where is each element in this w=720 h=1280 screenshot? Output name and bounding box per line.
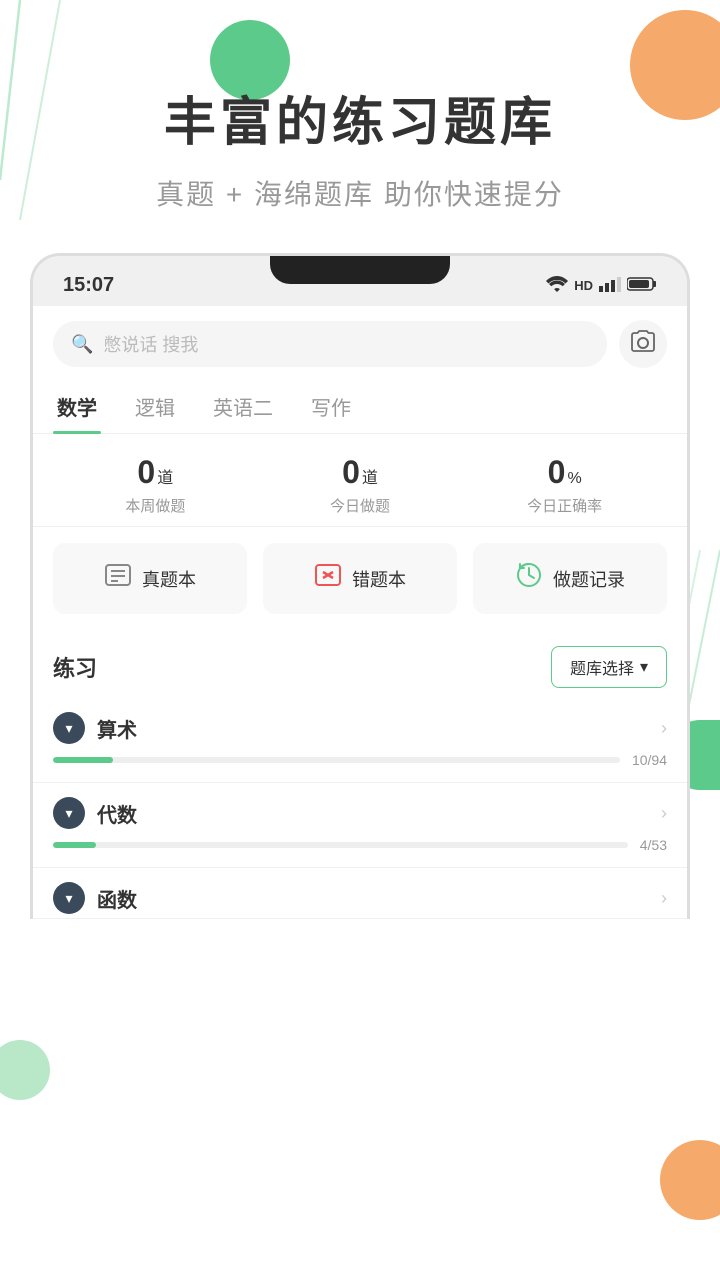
stat-accuracy: 0 % 今日正确率 bbox=[462, 454, 667, 516]
category-arithmetic-name: 算术 bbox=[97, 714, 137, 743]
history-button[interactable]: 做题记录 bbox=[473, 543, 667, 614]
category-arithmetic-arrow: › bbox=[661, 718, 667, 739]
action-row: 真题本 错题本 做题记录 bbox=[33, 527, 687, 630]
camera-button[interactable] bbox=[619, 320, 667, 368]
progress-bar-algebra-fill bbox=[53, 842, 96, 848]
chevron-down-icon-function: ▾ bbox=[65, 890, 72, 907]
camera-icon bbox=[630, 330, 656, 358]
search-input-container[interactable]: 🔍 憋说话 搜我 bbox=[53, 321, 607, 367]
status-icons: HD bbox=[546, 276, 657, 295]
stat-accuracy-unit: % bbox=[567, 470, 581, 488]
search-bar-row: 🔍 憋说话 搜我 bbox=[33, 306, 687, 382]
stats-row: 0 道 本周做题 0 道 今日做题 0 % 今日正确率 bbox=[33, 434, 687, 527]
tab-writing[interactable]: 写作 bbox=[307, 382, 355, 433]
stat-daily-number: 0 bbox=[342, 454, 360, 491]
stat-accuracy-number: 0 bbox=[548, 454, 566, 491]
progress-arithmetic-text: 10/94 bbox=[632, 752, 667, 768]
bg-circle-orange-lower bbox=[660, 1140, 720, 1220]
tab-math[interactable]: 数学 bbox=[53, 382, 101, 433]
signal-icon bbox=[599, 276, 621, 295]
phone-content: 🔍 憋说话 搜我 数学 逻辑 英语二 写作 bbox=[33, 306, 687, 919]
real-exam-icon bbox=[104, 563, 132, 594]
bank-select-button[interactable]: 题库选择 ▾ bbox=[551, 646, 667, 688]
category-function-toggle[interactable]: ▾ bbox=[53, 882, 85, 914]
progress-algebra-text: 4/53 bbox=[640, 837, 667, 853]
category-algebra: ▾ 代数 › 4/53 bbox=[33, 783, 687, 868]
history-label: 做题记录 bbox=[553, 566, 625, 592]
real-exam-label: 真题本 bbox=[142, 566, 196, 592]
stat-weekly: 0 道 本周做题 bbox=[53, 454, 258, 516]
category-function: ▾ 函数 › bbox=[33, 868, 687, 919]
search-icon: 🔍 bbox=[71, 334, 93, 355]
battery-icon bbox=[627, 276, 657, 295]
search-placeholder: 憋说话 搜我 bbox=[103, 331, 198, 357]
history-icon bbox=[515, 561, 543, 596]
hd-badge: HD bbox=[574, 278, 593, 293]
real-exam-button[interactable]: 真题本 bbox=[53, 543, 247, 614]
category-function-name: 函数 bbox=[97, 884, 137, 913]
chevron-down-icon-algebra: ▾ bbox=[65, 805, 72, 822]
category-arithmetic-toggle[interactable]: ▾ bbox=[53, 712, 85, 744]
stat-daily-unit: 道 bbox=[362, 464, 378, 488]
progress-bar-arithmetic-bg bbox=[53, 757, 620, 763]
hero-section: 丰富的练习题库 真题 + 海绵题库 助你快速提分 bbox=[0, 0, 720, 233]
chevron-down-icon: ▾ bbox=[640, 657, 648, 677]
progress-bar-algebra-bg bbox=[53, 842, 628, 848]
stat-weekly-number: 0 bbox=[137, 454, 155, 491]
stat-weekly-label: 本周做题 bbox=[53, 495, 258, 516]
stat-weekly-unit: 道 bbox=[157, 464, 173, 488]
category-algebra-toggle[interactable]: ▾ bbox=[53, 797, 85, 829]
progress-bar-arithmetic-fill bbox=[53, 757, 113, 763]
category-arithmetic: ▾ 算术 › 10/94 bbox=[33, 698, 687, 783]
category-algebra-name: 代数 bbox=[97, 799, 137, 828]
hero-title: 丰富的练习题库 bbox=[0, 80, 720, 155]
wifi-icon bbox=[546, 276, 568, 295]
practice-title: 练习 bbox=[53, 651, 97, 683]
chevron-down-icon-arithmetic: ▾ bbox=[65, 720, 72, 737]
status-time: 15:07 bbox=[63, 274, 114, 297]
tab-english[interactable]: 英语二 bbox=[209, 382, 277, 433]
stat-daily-label: 今日做题 bbox=[258, 495, 463, 516]
hero-subtitle: 真题 + 海绵题库 助你快速提分 bbox=[0, 173, 720, 213]
status-bar: 15:07 HD bbox=[33, 256, 687, 306]
category-algebra-arrow: › bbox=[661, 803, 667, 824]
practice-header: 练习 题库选择 ▾ bbox=[33, 630, 687, 698]
wrong-exam-icon bbox=[314, 563, 342, 594]
tabs-row: 数学 逻辑 英语二 写作 bbox=[33, 382, 687, 434]
bg-circle-green-lower bbox=[0, 1040, 50, 1100]
tab-logic[interactable]: 逻辑 bbox=[131, 382, 179, 433]
stat-accuracy-label: 今日正确率 bbox=[462, 495, 667, 516]
bank-select-label: 题库选择 bbox=[570, 655, 634, 679]
wrong-exam-label: 错题本 bbox=[352, 566, 406, 592]
stat-daily: 0 道 今日做题 bbox=[258, 454, 463, 516]
phone-frame: 15:07 HD 🔍 憋说话 搜我 bbox=[30, 253, 690, 919]
category-function-arrow: › bbox=[661, 888, 667, 909]
wrong-exam-button[interactable]: 错题本 bbox=[263, 543, 457, 614]
notch bbox=[270, 256, 450, 284]
